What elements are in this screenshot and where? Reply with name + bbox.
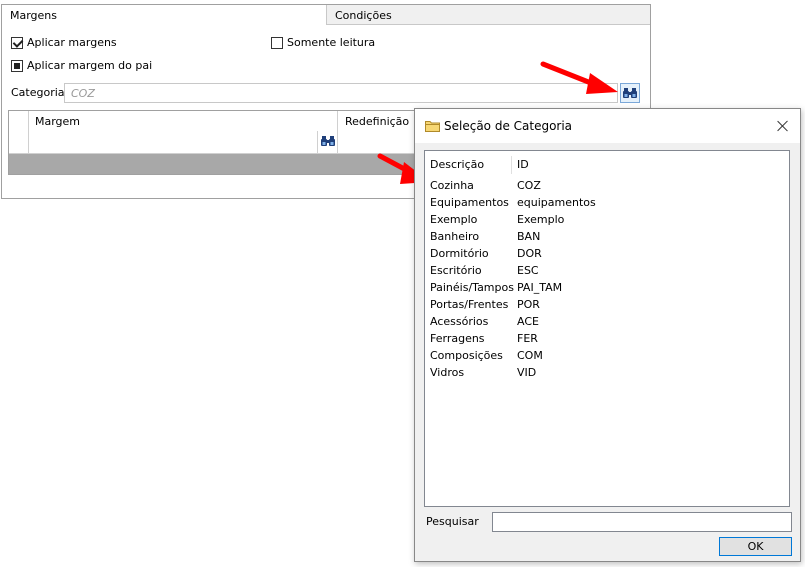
list-item-id: PAI_TAM	[517, 281, 563, 294]
tab-margens[interactable]: Margens	[2, 5, 327, 25]
list-item[interactable]: Dormitório DOR	[425, 245, 789, 262]
list-item-descricao: Composições	[430, 349, 503, 362]
dialog-title: Seleção de Categoria	[444, 119, 573, 133]
list-item[interactable]: Acessórios ACE	[425, 313, 789, 330]
list-item-id: FER	[517, 332, 538, 345]
col-id-header[interactable]: ID	[517, 158, 529, 171]
category-selection-dialog: Seleção de Categoria Descrição ID Cozinh…	[414, 108, 801, 562]
ok-button[interactable]: OK	[719, 537, 792, 556]
list-item-id: POR	[517, 298, 540, 311]
list-item[interactable]: Ferragens FER	[425, 330, 789, 347]
list-item-id: ESC	[517, 264, 539, 277]
list-item[interactable]: Portas/Frentes POR	[425, 296, 789, 313]
somente-leitura-checkbox[interactable]	[271, 37, 283, 49]
close-icon[interactable]	[770, 114, 796, 138]
list-item-id: ACE	[517, 315, 539, 328]
list-item[interactable]: Composições COM	[425, 347, 789, 364]
list-item[interactable]: Escritório ESC	[425, 262, 789, 279]
aplicar-margens-label: Aplicar margens	[27, 36, 117, 49]
binoculars-icon	[623, 88, 637, 98]
list-item[interactable]: Banheiro BAN	[425, 228, 789, 245]
list-item-id: BAN	[517, 230, 541, 243]
grid-col-margem-label: Margem	[35, 115, 81, 128]
categoria-field[interactable]: COZ	[64, 83, 618, 103]
list-item-id: equipamentos	[517, 196, 596, 209]
search-input[interactable]	[492, 512, 792, 532]
aplicar-margem-pai-checkbox[interactable]	[11, 60, 23, 72]
list-item-descricao: Portas/Frentes	[430, 298, 509, 311]
search-label: Pesquisar	[426, 515, 479, 528]
categoria-search-button[interactable]	[620, 83, 640, 103]
list-item[interactable]: Painéis/Tampos PAI_TAM	[425, 279, 789, 296]
list-item-descricao: Painéis/Tampos	[430, 281, 514, 294]
list-item-descricao: Vidros	[430, 366, 465, 379]
grid-col-margem[interactable]: Margem	[29, 111, 338, 131]
aplicar-margem-pai-label: Aplicar margem do pai	[27, 59, 153, 72]
list-item-descricao: Banheiro	[430, 230, 480, 243]
category-list[interactable]: Descrição ID Cozinha COZ Equipamentos equip…	[424, 150, 790, 507]
grid-cell-search-button[interactable]	[318, 131, 338, 153]
list-header: Descrição ID	[425, 153, 789, 175]
folder-icon	[425, 121, 440, 132]
header-separator	[511, 156, 512, 174]
list-item[interactable]: Equipamentos equipamentos	[425, 194, 789, 211]
list-item-descricao: Ferragens	[430, 332, 485, 345]
binoculars-icon	[321, 136, 335, 146]
grid-row-header-corner	[9, 111, 29, 131]
list-item-id: Exemplo	[517, 213, 565, 226]
aplicar-margens-checkbox[interactable]	[11, 37, 23, 49]
list-item-id: COM	[517, 349, 543, 362]
list-item-id: DOR	[517, 247, 542, 260]
somente-leitura-label: Somente leitura	[287, 36, 376, 49]
grid-col-redefinicao-label: Redefinição	[345, 115, 410, 128]
tab-condicoes[interactable]: Condições	[327, 5, 650, 25]
list-item-descricao: Cozinha	[430, 179, 474, 192]
grid-row-header[interactable]	[9, 131, 29, 153]
list-item[interactable]: Exemplo Exemplo	[425, 211, 789, 228]
list-item-descricao: Acessórios	[430, 315, 489, 328]
list-item-id: VID	[517, 366, 537, 379]
list-item-descricao: Equipamentos	[430, 196, 509, 209]
red-arrow-icon	[540, 61, 618, 94]
list-item-descricao: Dormitório	[430, 247, 489, 260]
list-item-descricao: Escritório	[430, 264, 482, 277]
list-item-id: COZ	[517, 179, 541, 192]
list-item-descricao: Exemplo	[430, 213, 478, 226]
list-item[interactable]: Cozinha COZ	[425, 177, 789, 194]
categoria-label: Categoria	[11, 86, 65, 99]
col-descricao-header[interactable]: Descrição	[430, 158, 484, 171]
grid-cell-margem[interactable]	[29, 131, 318, 153]
list-item[interactable]: Vidros VID	[425, 364, 789, 381]
dialog-titlebar: Seleção de Categoria	[415, 109, 800, 143]
